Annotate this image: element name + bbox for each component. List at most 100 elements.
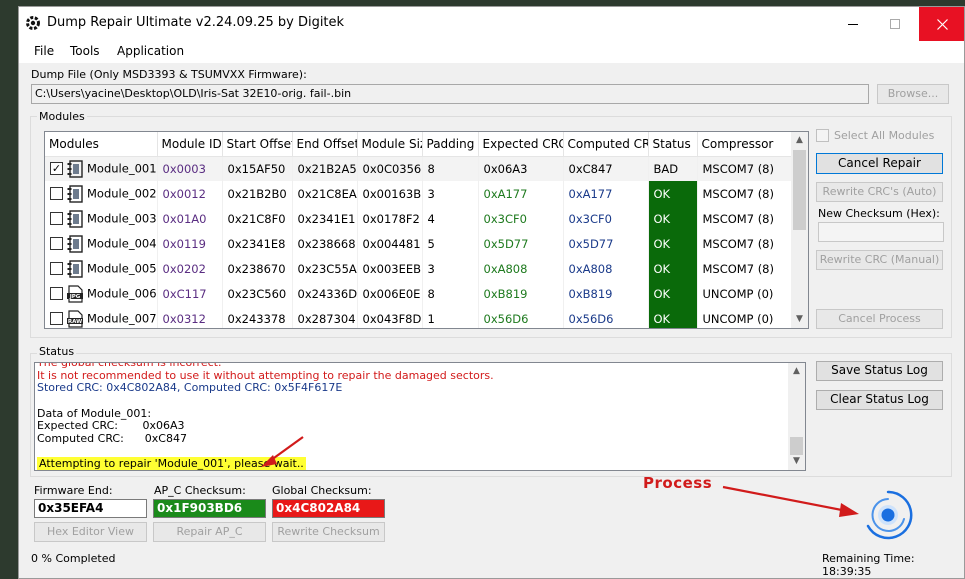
table-row[interactable]: ✓ Module_001 0x0003 0x15AF50 0x21B2A5 0x0C035… xyxy=(45,156,792,181)
col-header-compressor[interactable]: Compressor xyxy=(697,132,792,157)
chip-icon xyxy=(67,259,83,278)
save-status-log-button[interactable]: Save Status Log xyxy=(816,361,943,381)
title-bar: Dump Repair Ultimate v2.24.09.25 by Digi… xyxy=(19,7,964,41)
expected-crc-cell: 0x06A3 xyxy=(478,156,564,181)
computed-crc-cell: 0xA177 xyxy=(563,181,649,206)
compressor-cell: MSCOM7 (8) xyxy=(697,181,792,206)
global-checksum-field: 0x4C802A84 xyxy=(272,499,385,518)
dump-file-label: Dump File (Only MSD3393 & TSUMVXX Firmwa… xyxy=(31,68,307,81)
select-all-checkbox[interactable] xyxy=(816,129,829,142)
module-checkbox[interactable] xyxy=(50,287,63,300)
minimize-button[interactable] xyxy=(830,7,876,41)
table-row[interactable]: Module_004 0x0119 0x2341E8 0x238668 0x004481… xyxy=(45,231,792,256)
module-checkbox[interactable] xyxy=(50,212,63,225)
firmware-end-label: Firmware End: xyxy=(34,484,113,497)
compressor-cell: UNCOMP (0) xyxy=(697,306,792,328)
rewrite-checksum-button[interactable]: Rewrite Checksum xyxy=(272,522,385,542)
scroll-up-icon[interactable]: ▲ xyxy=(791,132,808,149)
module-name-cell[interactable]: Module_005 xyxy=(45,256,158,281)
start-offset-cell: 0x23C560 xyxy=(222,281,293,306)
status-scroll-up-icon[interactable]: ▲ xyxy=(788,363,805,380)
module-name: Module_001 xyxy=(87,161,157,176)
module-name-cell[interactable]: RAW Module_007 xyxy=(45,306,158,328)
start-offset-cell: 0x238670 xyxy=(222,256,293,281)
expected-crc-cell: 0x56D6 xyxy=(478,306,564,328)
status-cell: OK xyxy=(648,306,698,328)
menu-tools[interactable]: Tools xyxy=(70,44,100,58)
computed-crc-cell: 0xA808 xyxy=(563,256,649,281)
col-header-module-size[interactable]: Module Size xyxy=(357,132,423,157)
hex-editor-view-button[interactable]: Hex Editor View xyxy=(34,522,147,542)
menu-bar: File Tools Application xyxy=(19,41,964,63)
module-name-cell[interactable]: Module_003 xyxy=(45,206,158,231)
module-name: Module_003 xyxy=(87,211,157,225)
compressor-cell: MSCOM7 (8) xyxy=(697,231,792,256)
status-group-label: Status xyxy=(37,345,77,358)
module-size-cell: 0x00163B xyxy=(357,181,423,206)
rewrite-crc-manual-button[interactable]: Rewrite CRC (Manual) xyxy=(816,250,943,270)
end-offset-cell: 0x23C55A xyxy=(292,256,358,281)
col-header-start-offset[interactable]: Start Offset xyxy=(222,132,293,157)
status-line: Stored CRC: 0x4C802A84, Computed CRC: 0x… xyxy=(37,381,343,395)
annotation-arrow-process xyxy=(722,485,859,517)
module-name-cell[interactable]: ✓ Module_001 xyxy=(45,156,158,181)
clear-status-log-button[interactable]: Clear Status Log xyxy=(816,390,943,410)
module-checkbox[interactable] xyxy=(50,262,63,275)
col-header-status[interactable]: Status xyxy=(648,132,698,157)
col-header-computed-crc[interactable]: Computed CRC xyxy=(563,132,649,157)
col-header-expected-crc[interactable]: Expected CRC xyxy=(478,132,564,157)
new-checksum-input[interactable] xyxy=(818,222,944,242)
table-row[interactable]: JPG Module_006 0xC117 0x23C560 0x24336D 0x006… xyxy=(45,281,792,306)
module-checkbox[interactable]: ✓ xyxy=(50,162,63,176)
computed-crc-cell: 0xC847 xyxy=(563,156,649,181)
modules-scrollbar[interactable]: ▲ ▼ xyxy=(791,132,808,328)
module-id-cell: 0x0312 xyxy=(157,306,223,328)
module-size-cell: 0x004481 xyxy=(357,231,423,256)
module-name-cell[interactable]: Module_002 xyxy=(45,181,158,206)
table-row[interactable]: Module_005 0x0202 0x238670 0x23C55A 0x003EEB… xyxy=(45,256,792,281)
status-scrollbar[interactable]: ▲ ▼ xyxy=(788,363,805,470)
cancel-process-button[interactable]: Cancel Process xyxy=(816,309,943,329)
col-header-padding[interactable]: Padding xyxy=(422,132,479,157)
maximize-button[interactable] xyxy=(872,7,918,41)
module-checkbox[interactable] xyxy=(50,237,63,250)
status-cell: OK xyxy=(648,231,698,256)
col-header-end-offset[interactable]: End Offset xyxy=(292,132,358,157)
module-id-cell: 0x0202 xyxy=(157,256,223,281)
scroll-thumb[interactable] xyxy=(793,150,806,230)
expected-crc-cell: 0xB819 xyxy=(478,281,564,306)
rewrite-crc-auto-button[interactable]: Rewrite CRC's (Auto) xyxy=(816,182,943,202)
close-icon xyxy=(937,18,948,30)
new-checksum-label: New Checksum (Hex): xyxy=(818,207,940,220)
padding-cell: 5 xyxy=(422,231,479,256)
module-size-cell: 0x003EEB xyxy=(357,256,423,281)
chip-icon xyxy=(67,184,83,203)
browse-button[interactable]: Browse... xyxy=(877,84,949,104)
cancel-repair-button[interactable]: Cancel Repair xyxy=(816,153,943,174)
dump-file-path-field[interactable]: C:\Users\yacine\Desktop\OLD\Iris-Sat 32E… xyxy=(31,84,869,104)
table-row[interactable]: RAW Module_007 0x0312 0x243378 0x287304 0x043… xyxy=(45,306,792,328)
modules-table: Modules Module ID Start Offset End Offse… xyxy=(44,131,809,329)
svg-text:JPG: JPG xyxy=(69,294,81,300)
scroll-down-icon[interactable]: ▼ xyxy=(791,311,808,328)
table-row[interactable]: Module_002 0x0012 0x21B2B0 0x21C8EA 0x00163B… xyxy=(45,181,792,206)
menu-file[interactable]: File xyxy=(34,44,54,58)
status-scroll-down-icon[interactable]: ▼ xyxy=(788,453,805,470)
status-log[interactable]: The global checksum is incorrect. It is n… xyxy=(34,362,806,471)
end-offset-cell: 0x238668 xyxy=(292,231,358,256)
module-checkbox[interactable] xyxy=(50,187,63,200)
module-checkbox[interactable] xyxy=(50,312,63,325)
status-cell: OK xyxy=(648,181,698,206)
col-header-modules[interactable]: Modules xyxy=(45,132,158,157)
status-cell: OK xyxy=(648,256,698,281)
table-row[interactable]: Module_003 0x01A0 0x21C8F0 0x2341E1 0x0178F2… xyxy=(45,206,792,231)
module-name-cell[interactable]: JPG Module_006 xyxy=(45,281,158,306)
end-offset-cell: 0x2341E1 xyxy=(292,206,358,231)
repair-apc-button[interactable]: Repair AP_C xyxy=(153,522,266,542)
status-cell: OK xyxy=(648,281,698,306)
menu-application[interactable]: Application xyxy=(117,44,184,58)
module-name-cell[interactable]: Module_004 xyxy=(45,231,158,256)
close-button[interactable] xyxy=(919,7,964,41)
col-header-module-id[interactable]: Module ID xyxy=(157,132,223,157)
padding-cell: 3 xyxy=(422,181,479,206)
